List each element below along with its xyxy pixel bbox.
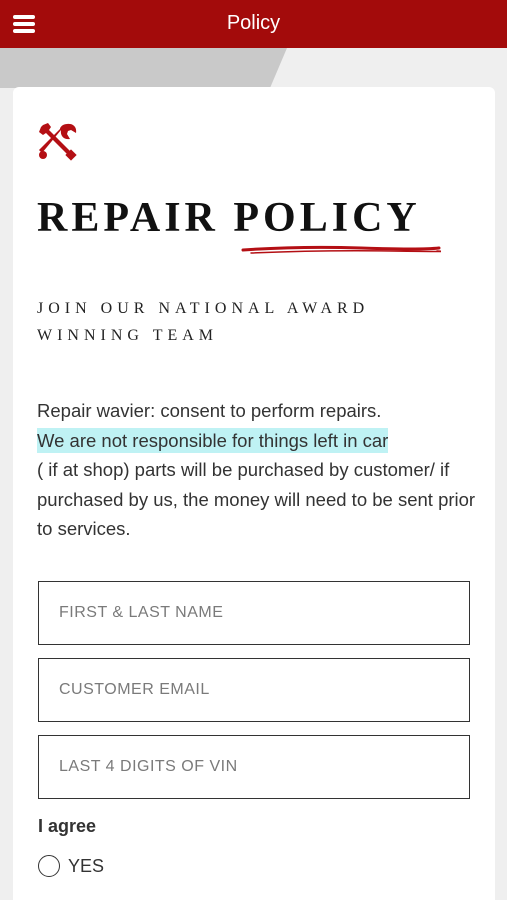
heading-underline: [241, 245, 441, 254]
header-title: Policy: [226, 12, 281, 34]
email-field[interactable]: [38, 658, 470, 722]
agree-label: I agree: [38, 816, 97, 836]
subheading: JOIN OUR NATIONAL AWARD WINNING TEAM: [37, 295, 477, 349]
email-input[interactable]: [39, 659, 469, 721]
policy-text: Repair wavier: consent to perform repair…: [37, 396, 477, 544]
vin-field[interactable]: [38, 735, 470, 799]
yes-label: YES: [68, 855, 105, 876]
highlighted-text: We are not responsible for things left i…: [37, 427, 389, 453]
policy-card: REPAIR POLICY JOIN OUR NATIONAL AWARD WI…: [13, 87, 495, 900]
subheading-line1: JOIN OUR NATIONAL AWARD: [37, 300, 370, 317]
name-field[interactable]: [38, 581, 470, 645]
name-input[interactable]: [39, 582, 469, 644]
yes-radio-option[interactable]: YES: [38, 855, 104, 877]
subheading-line2: WINNING TEAM: [37, 327, 219, 344]
radio-circle-icon[interactable]: [38, 855, 60, 877]
page-heading: REPAIR POLICY: [37, 195, 421, 241]
policy-line1: Repair wavier: consent to perform repair…: [37, 400, 382, 421]
wrench-screwdriver-icon: [39, 123, 77, 161]
vin-input[interactable]: [39, 736, 469, 798]
policy-rest: ( if at shop) parts will be purchased by…: [37, 459, 476, 539]
app-header: Policy: [0, 0, 507, 48]
